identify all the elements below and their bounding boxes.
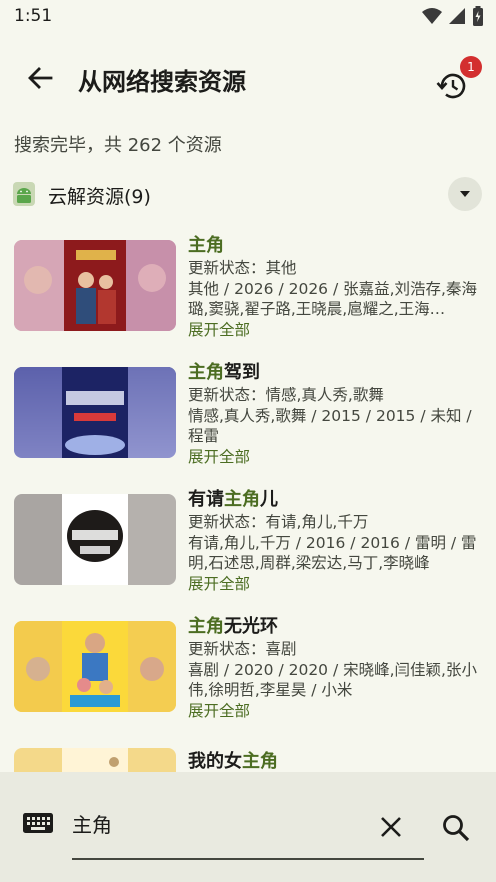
group-expand-button[interactable]	[448, 177, 482, 211]
expand-all-link[interactable]: 展开全部	[188, 574, 484, 595]
item-description: 有请,角儿,千万 / 2016 / 2016 / 雷明 / 雷明,石述思,周群,…	[188, 533, 477, 573]
list-item[interactable]: 主角 更新状态：其他 其他 / 2026 / 2026 / 张嘉益,刘浩存,秦海…	[0, 230, 496, 348]
expand-all-link[interactable]: 展开全部	[188, 701, 484, 722]
expand-all-link[interactable]: 展开全部	[188, 447, 484, 468]
item-title: 有请主角儿	[188, 489, 278, 510]
poster-image	[14, 240, 176, 331]
item-description: 情感,真人秀,歌舞 / 2015 / 2015 / 未知 / 程雷	[188, 406, 472, 446]
caret-down-icon	[460, 191, 470, 197]
wifi-icon	[422, 8, 442, 24]
item-status: 更新状态：情感,真人秀,歌舞	[188, 386, 384, 404]
list-item[interactable]: 我的女主角	[0, 738, 496, 772]
item-title: 主角驾到	[188, 362, 260, 383]
item-status: 更新状态：其他	[188, 259, 297, 277]
item-title: 主角	[188, 235, 224, 256]
poster-image	[14, 367, 176, 458]
expand-all-link[interactable]: 展开全部	[188, 320, 484, 341]
item-title: 主角无光环	[188, 616, 278, 637]
status-time: 1:51	[14, 6, 53, 26]
clear-icon[interactable]	[376, 812, 406, 842]
status-bar: 1:51	[0, 0, 496, 34]
source-group-header[interactable]: 云解资源(9)	[0, 172, 496, 218]
poster-image	[14, 494, 176, 585]
item-description: 其他 / 2026 / 2026 / 张嘉益,刘浩存,秦海璐,窦骁,翟子路,王晓…	[188, 279, 477, 319]
item-description: 喜剧 / 2020 / 2020 / 宋晓峰,闫佳颖,张小伟,徐明哲,李星昊 /…	[188, 660, 477, 700]
search-summary: 搜索完毕，共 262 个资源	[14, 135, 222, 156]
search-underline	[72, 858, 424, 860]
history-badge: 1	[460, 56, 482, 78]
search-bar	[0, 772, 496, 882]
arrow-back-icon	[28, 67, 53, 89]
battery-icon	[473, 6, 483, 26]
android-icon	[13, 182, 35, 206]
item-status: 更新状态：有请,角儿,千万	[188, 513, 369, 531]
list-item[interactable]: 主角驾到 更新状态：情感,真人秀,歌舞 情感,真人秀,歌舞 / 2015 / 2…	[0, 357, 496, 475]
page-title: 从网络搜索资源	[78, 68, 246, 96]
back-button[interactable]	[20, 58, 60, 98]
signal-icon	[449, 8, 465, 24]
results-list[interactable]: 主角 更新状态：其他 其他 / 2026 / 2026 / 张嘉益,刘浩存,秦海…	[0, 230, 496, 772]
app-bar: 从网络搜索资源 1	[0, 44, 496, 114]
list-item[interactable]: 有请主角儿 更新状态：有请,角儿,千万 有请,角儿,千万 / 2016 / 20…	[0, 484, 496, 602]
keyboard-icon[interactable]	[22, 812, 54, 836]
item-status: 更新状态：喜剧	[188, 640, 297, 658]
item-title: 我的女主角	[188, 751, 278, 772]
search-input[interactable]	[72, 806, 362, 840]
list-item[interactable]: 主角无光环 更新状态：喜剧 喜剧 / 2020 / 2020 / 宋晓峰,闫佳颖…	[0, 611, 496, 729]
poster-image	[14, 621, 176, 712]
search-icon[interactable]	[440, 812, 472, 844]
history-button[interactable]: 1	[434, 56, 482, 100]
source-group-label: 云解资源(9)	[48, 186, 151, 208]
poster-image	[14, 748, 176, 772]
